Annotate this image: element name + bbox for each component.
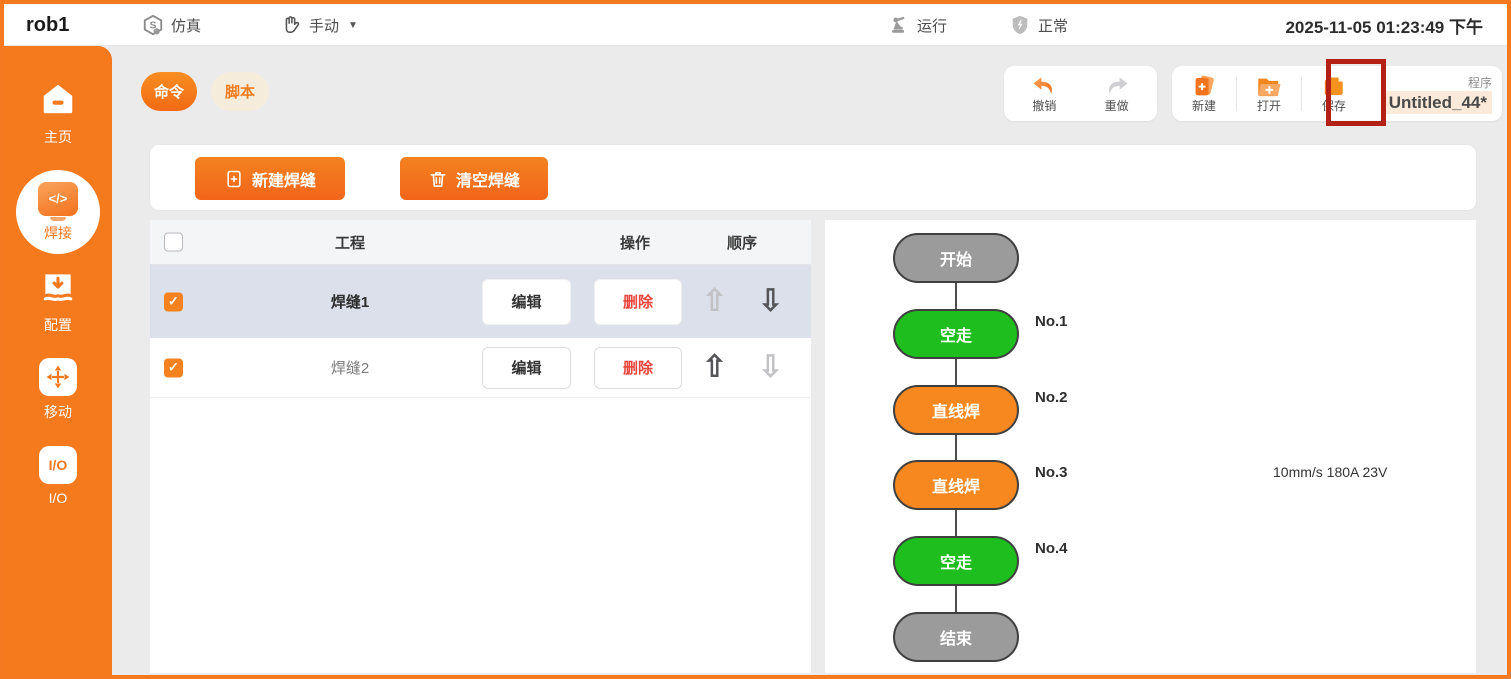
new-weld-label: 新建焊缝: [252, 167, 316, 191]
new-program-button[interactable]: 新建: [1172, 74, 1236, 113]
flow-node-airmove-4[interactable]: 空走: [893, 536, 1019, 586]
sidebar-item-label: 移动: [44, 402, 72, 422]
sidebar-item-label: 主页: [44, 127, 72, 147]
flow-node-lineweld-2[interactable]: 直线焊: [893, 385, 1019, 435]
code-monitor-icon: </>: [38, 182, 78, 216]
book-download-icon: [38, 268, 78, 309]
step-number-label: No.3: [1035, 464, 1068, 481]
hand-icon: [280, 14, 302, 36]
move-up-icon[interactable]: ⇧: [702, 286, 727, 316]
undo-redo-card: 撤销 重做: [1004, 66, 1157, 121]
tab-command[interactable]: 命令: [141, 72, 197, 111]
move-up-icon[interactable]: ⇧: [702, 352, 727, 382]
weld-actions-panel: 新建焊缝 清空焊缝: [149, 144, 1477, 211]
edit-button[interactable]: 编辑: [482, 347, 571, 389]
seam-name: 焊缝1: [270, 265, 430, 338]
io-icon: I/O: [39, 446, 77, 484]
sidebar-item-home[interactable]: 主页: [4, 80, 112, 147]
run-label: 运行: [917, 15, 947, 36]
sidebar-item-label: 配置: [44, 315, 72, 335]
sidebar-item-welding-active[interactable]: </> 焊接: [16, 170, 100, 254]
clock-timestamp: 2025-11-05 01:23:49 下午: [1285, 4, 1483, 46]
flow-node-airmove-1[interactable]: 空走: [893, 309, 1019, 359]
sidebar-item-move[interactable]: 移动: [4, 358, 112, 422]
undo-label: 撤销: [1032, 100, 1056, 113]
sidebar-item-label: 焊接: [44, 223, 72, 243]
step-number-label: No.1: [1035, 313, 1068, 330]
new-weld-seam-button[interactable]: 新建焊缝: [195, 157, 345, 200]
file-plus-icon: [224, 169, 244, 189]
program-name-block: 程序 Untitled_44*: [1384, 74, 1502, 113]
sidebar-nav: 主页 </> 焊接 配置 移动 I/O I/O: [4, 46, 112, 675]
clear-weld-label: 清空焊缝: [456, 167, 520, 191]
save-label: 保存: [1322, 100, 1346, 113]
simulation-label: 仿真: [171, 15, 201, 36]
column-header-order: 顺序: [682, 220, 802, 264]
health-status-indicator: 正常: [1009, 4, 1068, 46]
normal-label: 正常: [1038, 15, 1068, 36]
redo-label: 重做: [1105, 100, 1129, 113]
move-down-icon[interactable]: ⇩: [758, 286, 783, 316]
step-number-label: No.2: [1035, 389, 1068, 406]
column-header-project: 工程: [270, 220, 430, 264]
redo-arrow-icon: [1103, 74, 1131, 100]
program-label: 程序: [1384, 74, 1492, 91]
simulation-mode-indicator[interactable]: S 仿真: [142, 4, 201, 46]
manual-mode-dropdown[interactable]: 手动 ▼: [280, 4, 358, 46]
trash-icon: [428, 169, 448, 189]
weld-seam-table: 工程 操作 顺序 ✓ 焊缝1 编辑 删除 ⇧ ⇩ ✓ 焊缝2 编辑 删除 ⇧ ⇩: [149, 219, 812, 674]
weld-parameters-annotation: 10mm/s 180A 23V: [1273, 464, 1387, 480]
open-program-button[interactable]: 打开: [1237, 74, 1301, 113]
chevron-down-icon: ▼: [348, 20, 358, 31]
robot-arm-icon: [888, 14, 910, 36]
flow-node-lineweld-3[interactable]: 直线焊: [893, 460, 1019, 510]
row-checkbox[interactable]: ✓: [164, 292, 183, 311]
new-file-icon: [1190, 74, 1218, 100]
save-file-icon: [1320, 74, 1348, 100]
table-header-row: 工程 操作 顺序: [150, 220, 811, 265]
table-row-seam2[interactable]: ✓ 焊缝2 编辑 删除 ⇧ ⇩: [150, 338, 811, 398]
flow-node-start[interactable]: 开始: [893, 233, 1019, 283]
sidebar-item-config[interactable]: 配置: [4, 268, 112, 335]
open-folder-icon: [1255, 74, 1283, 100]
select-all-checkbox[interactable]: [164, 233, 183, 252]
table-row-seam1-selected[interactable]: ✓ 焊缝1 编辑 删除 ⇧ ⇩: [150, 265, 811, 338]
edit-button[interactable]: 编辑: [482, 279, 571, 325]
new-label: 新建: [1192, 100, 1216, 113]
manual-label: 手动: [309, 15, 339, 36]
sidebar-item-io[interactable]: I/O I/O: [4, 446, 112, 506]
program-flowchart: 开始 空走 直线焊 直线焊 空走 结束 No.1 No.2 No.3 No.4 …: [824, 219, 1477, 674]
move-arrows-icon: [39, 358, 77, 396]
flow-node-end[interactable]: 结束: [893, 612, 1019, 662]
robot-name: rob1: [26, 4, 69, 46]
shield-icon: [1009, 14, 1031, 36]
clear-weld-seams-button[interactable]: 清空焊缝: [400, 157, 548, 200]
open-label: 打开: [1257, 100, 1281, 113]
delete-button[interactable]: 删除: [594, 347, 682, 389]
home-icon: [38, 80, 78, 121]
seam-name: 焊缝2: [270, 338, 430, 397]
simulation-icon: S: [142, 14, 164, 36]
redo-button[interactable]: 重做: [1085, 74, 1149, 113]
file-toolbar-card: 新建 打开 保存 程序 Untitled_44*: [1172, 66, 1502, 121]
undo-arrow-icon: [1030, 74, 1058, 100]
step-number-label: No.4: [1035, 540, 1068, 557]
row-checkbox[interactable]: ✓: [164, 358, 183, 377]
sidebar-item-label: I/O: [49, 490, 68, 506]
move-down-icon[interactable]: ⇩: [758, 352, 783, 382]
app-window: rob1 S 仿真 手动 ▼ 运行 正常 2025-11-0: [0, 0, 1511, 679]
tab-script[interactable]: 脚本: [211, 72, 269, 111]
save-program-button[interactable]: 保存: [1302, 74, 1366, 113]
program-name[interactable]: Untitled_44*: [1384, 91, 1492, 114]
delete-button[interactable]: 删除: [594, 279, 682, 325]
undo-button[interactable]: 撤销: [1012, 74, 1076, 113]
top-status-bar: rob1 S 仿真 手动 ▼ 运行 正常 2025-11-0: [4, 4, 1507, 46]
monitor-stand: [50, 217, 66, 221]
run-status-indicator: 运行: [888, 4, 947, 46]
